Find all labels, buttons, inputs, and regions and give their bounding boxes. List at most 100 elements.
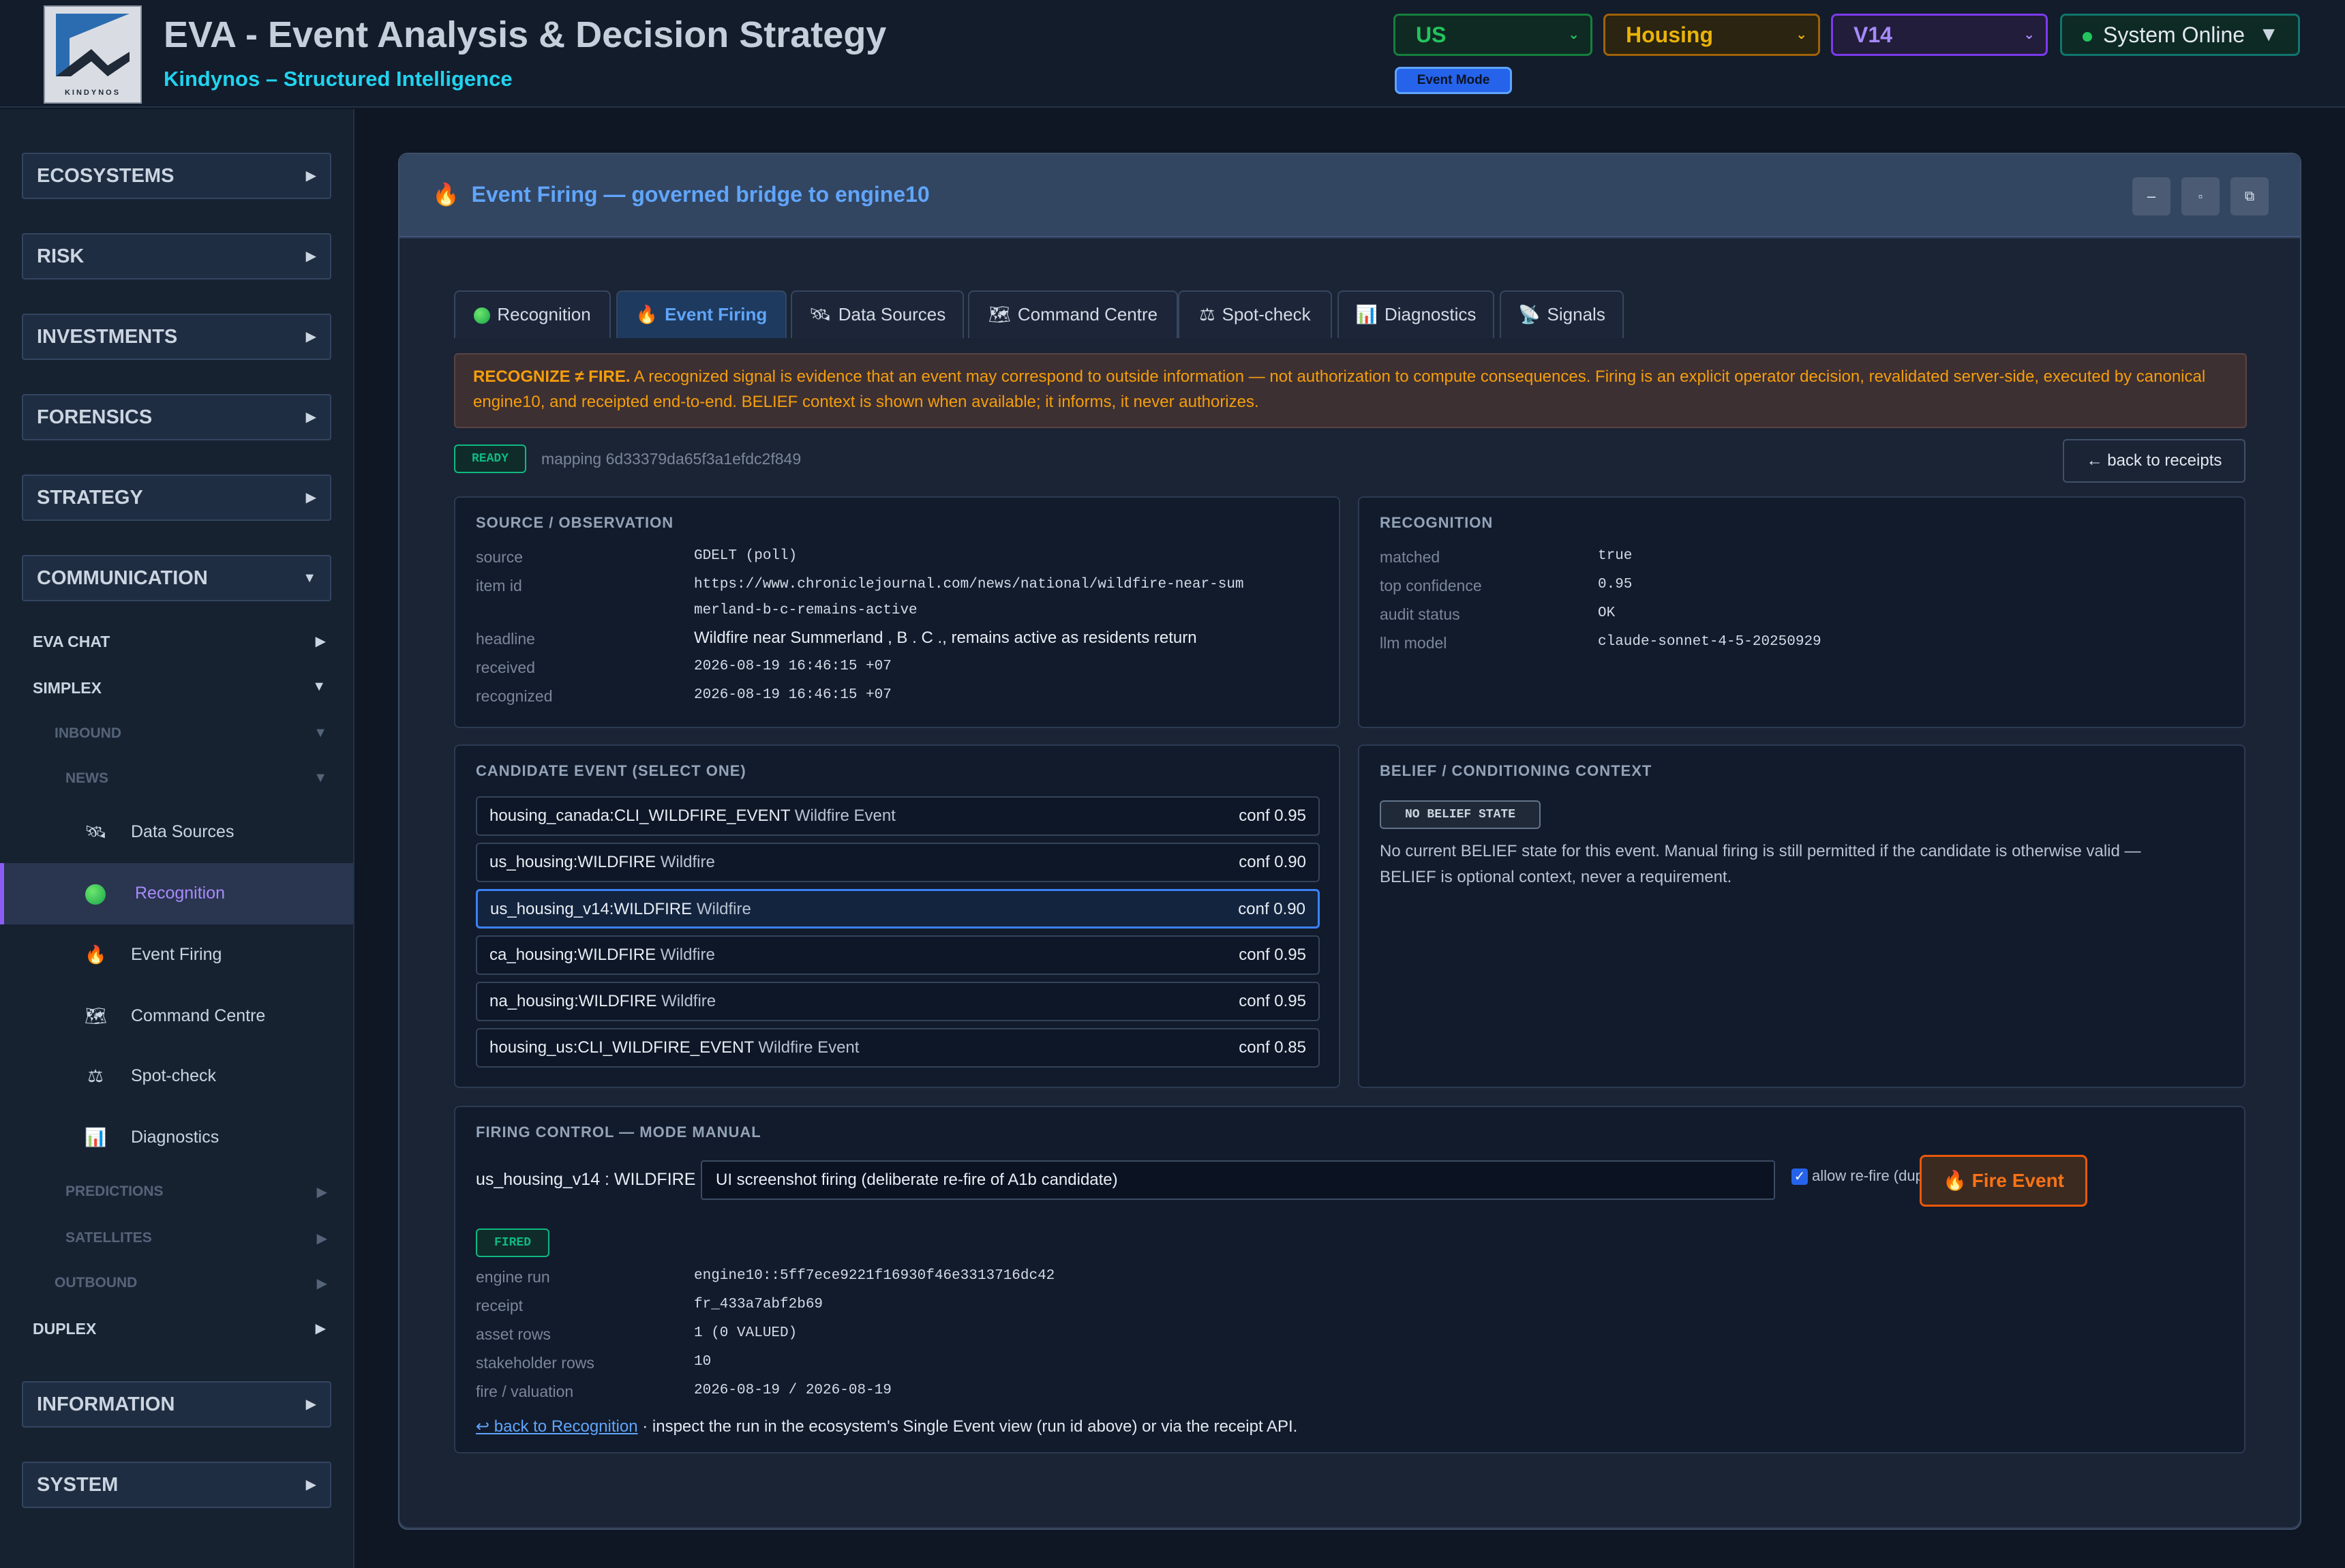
recognized-value: 2026-08-19 16:46:15 +07 (694, 687, 892, 703)
sidebar-section-forensics[interactable]: FORENSICS ▶ (22, 394, 331, 440)
tab-diagnostics[interactable]: 📊 Diagnostics (1337, 290, 1494, 338)
sidebar-item-satellites[interactable]: SATELLITES ▶ (65, 1230, 327, 1246)
belief-text-line: No current BELIEF state for this event. … (1380, 842, 2141, 860)
sidebar-item-event-firing[interactable]: 🔥 Event Firing (0, 924, 353, 986)
belief-context-card: BELIEF / CONDITIONING CONTEXT NO BELIEF … (1358, 744, 2245, 1088)
candidate-option[interactable]: us_housing:WILDFIRE Wildfire conf 0.90 (476, 843, 1320, 882)
sidebar-item-spot-check[interactable]: ⚖ Spot-check (0, 1046, 353, 1107)
back-to-receipts-button[interactable]: ← back to receipts (2063, 439, 2245, 483)
logo-text: KINDYNOS (64, 89, 121, 97)
audit-status-value: OK (1598, 605, 1616, 621)
sidebar-item-data-sources[interactable]: 🛰 Data Sources (0, 802, 353, 863)
candidate-option-selected[interactable]: us_housing_v14:WILDFIRE Wildfire conf 0.9… (476, 889, 1320, 929)
version-select[interactable]: V14 ⌄ (1831, 14, 2048, 56)
sidebar-item-predictions[interactable]: PREDICTIONS ▶ (65, 1183, 327, 1200)
version-value: V14 (1854, 22, 1892, 47)
card-title: RECOGNITION (1380, 514, 1494, 531)
sector-value: Housing (1626, 22, 1713, 47)
minimize-button[interactable]: – (2132, 177, 2170, 215)
status-badge: READY (454, 444, 526, 473)
caret-down-icon: ▼ (314, 725, 327, 740)
popout-button[interactable]: ⧉ (2230, 177, 2269, 215)
firing-note-input[interactable]: UI screenshot firing (deliberate re-fire… (701, 1160, 1775, 1200)
fire-icon: 🔥 (1942, 1170, 1967, 1191)
system-status-select[interactable]: System Online ▼ (2060, 14, 2300, 56)
event-mode-pill[interactable]: Event Mode (1395, 67, 1512, 94)
sidebar-item-simplex[interactable]: SIMPLEX ▼ (33, 679, 326, 697)
tab-event-firing[interactable]: 🔥 Event Firing (616, 290, 787, 338)
item-id-value-cont[interactable]: merland-b-c-remains-active (694, 599, 918, 623)
sidebar-section-investments[interactable]: INVESTMENTS ▶ (22, 314, 331, 360)
item-label: SATELLITES (65, 1230, 152, 1246)
headline-value: Wildfire near Summerland , B . C ., rema… (694, 629, 1197, 647)
candidate-option[interactable]: na_housing:WILDFIRE Wildfire conf 0.95 (476, 982, 1320, 1021)
candidate-code: housing_canada:CLI_WILDFIRE_EVENT (489, 806, 791, 825)
candidate-code: na_housing:WILDFIRE (489, 992, 657, 1010)
sidebar-item-news[interactable]: NEWS ▼ (65, 770, 327, 787)
sidebar-item-command-centre[interactable]: 🗺 Command Centre (0, 986, 353, 1047)
firing-footer: ↩ back to Recognition · inspect the run … (476, 1417, 1297, 1436)
country-value: US (1416, 22, 1447, 47)
field-label: engine run (476, 1268, 550, 1286)
sector-select[interactable]: Housing ⌄ (1603, 14, 1820, 56)
checkbox-checked-icon[interactable]: ✓ (1791, 1169, 1808, 1186)
item-label: INBOUND (55, 725, 121, 741)
card-title: FIRING CONTROL — MODE MANUAL (476, 1124, 761, 1141)
fire-event-button[interactable]: 🔥 Fire Event (1920, 1155, 2087, 1207)
fire-button-label: Fire Event (1971, 1170, 2065, 1191)
sidebar-item-recognition[interactable]: Recognition (0, 863, 353, 924)
caret-right-icon: ▶ (315, 634, 326, 649)
item-label: DUPLEX (33, 1320, 97, 1338)
caret-right-icon: ▶ (316, 1276, 327, 1291)
sidebar-item-outbound[interactable]: OUTBOUND ▶ (55, 1275, 327, 1291)
caret-down-icon: ▼ (312, 679, 326, 694)
caret-right-icon: ▶ (305, 1397, 316, 1412)
notice-lead: RECOGNIZE ≠ FIRE. (473, 367, 631, 386)
candidate-option[interactable]: housing_canada:CLI_WILDFIRE_EVENT Wildfi… (476, 796, 1320, 836)
caret-right-icon: ▶ (305, 249, 316, 264)
field-label: audit status (1380, 605, 1460, 623)
candidate-code: housing_us:CLI_WILDFIRE_EVENT (489, 1038, 754, 1057)
belief-text-line: BELIEF is optional context, never a requ… (1380, 868, 1732, 886)
candidate-option[interactable]: ca_housing:WILDFIRE Wildfire conf 0.95 (476, 935, 1320, 975)
candidate-name: Wildfire (660, 946, 715, 964)
field-label: headline (476, 630, 535, 648)
panel-title-text: Event Firing — governed bridge to engine… (471, 182, 930, 207)
candidate-name: Wildfire Event (794, 806, 896, 825)
scales-icon: ⚖ (1199, 304, 1215, 325)
sidebar-item-duplex[interactable]: DUPLEX ▶ (33, 1320, 326, 1338)
section-label: STRATEGY (37, 487, 143, 509)
map-icon: 🗺 (85, 1006, 108, 1026)
maximize-button[interactable]: ▫ (2181, 177, 2220, 215)
section-label: SYSTEM (37, 1474, 119, 1496)
map-icon: 🗺 (988, 304, 1011, 325)
sidebar-section-ecosystems[interactable]: ECOSYSTEMS ▶ (22, 153, 331, 199)
tab-spot-check[interactable]: ⚖ Spot-check (1178, 290, 1332, 338)
chevron-down-icon: ⌄ (1796, 27, 1807, 42)
candidate-option[interactable]: housing_us:CLI_WILDFIRE_EVENT Wildfire E… (476, 1028, 1320, 1068)
sidebar-item-eva-chat[interactable]: EVA CHAT ▶ (33, 633, 326, 651)
caret-right-icon: ▶ (305, 490, 316, 505)
candidate-confidence: conf 0.85 (1239, 1038, 1306, 1057)
sidebar-section-information[interactable]: INFORMATION ▶ (22, 1381, 331, 1428)
tab-recognition[interactable]: Recognition (454, 290, 611, 338)
chevron-down-icon: ⌄ (1568, 27, 1579, 42)
sidebar-item-inbound[interactable]: INBOUND ▼ (55, 725, 327, 742)
tab-signals[interactable]: 📡 Signals (1500, 290, 1624, 338)
fire-icon: 🔥 (85, 944, 107, 965)
item-label: Recognition (135, 884, 226, 903)
back-to-recognition-link[interactable]: ↩ back to Recognition (476, 1417, 638, 1436)
tab-label: Data Sources (838, 304, 946, 325)
received-value: 2026-08-19 16:46:15 +07 (694, 659, 892, 674)
sidebar-section-strategy[interactable]: STRATEGY ▶ (22, 474, 331, 521)
tab-command-centre[interactable]: 🗺 Command Centre (968, 290, 1178, 338)
item-id-value[interactable]: https://www.chroniclejournal.com/news/na… (694, 573, 1244, 597)
sidebar-section-communication[interactable]: COMMUNICATION ▼ (22, 555, 331, 601)
country-select[interactable]: US ⌄ (1393, 14, 1592, 56)
app-header: KINDYNOS EVA - Event Analysis & Decision… (0, 0, 2345, 108)
tab-data-sources[interactable]: 🛰 Data Sources (791, 290, 964, 338)
bar-chart-icon: 📊 (1355, 304, 1378, 325)
sidebar-item-diagnostics[interactable]: 📊 Diagnostics (0, 1107, 353, 1169)
sidebar-section-risk[interactable]: RISK ▶ (22, 233, 331, 280)
sidebar-section-system[interactable]: SYSTEM ▶ (22, 1462, 331, 1508)
